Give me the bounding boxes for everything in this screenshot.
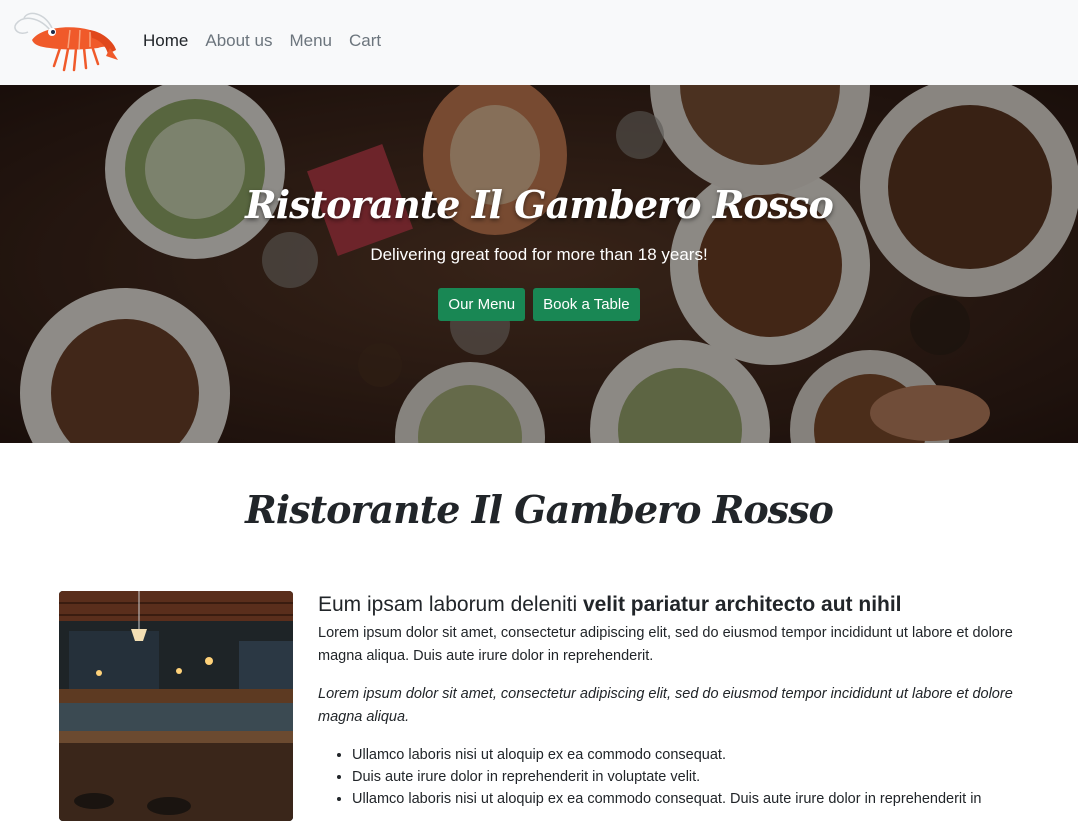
nav-links: Home About us Menu Cart (143, 31, 381, 51)
our-menu-button[interactable]: Our Menu (438, 288, 526, 321)
nav-link-about[interactable]: About us (205, 31, 272, 51)
list-item: Ullamco laboris nisi ut aloquip ex ea co… (352, 788, 1018, 810)
list-item: Ullamco laboris nisi ut aloquip ex ea co… (352, 744, 1018, 766)
hero-title: Ristorante Il Gambero Rosso (245, 182, 834, 227)
about-list: Ullamco laboris nisi ut aloquip ex ea co… (318, 744, 1018, 810)
restaurant-interior-image (59, 591, 293, 821)
about-content: Eum ipsam laborum deleniti velit pariatu… (318, 590, 1018, 810)
hero-subtitle: Delivering great food for more than 18 y… (370, 245, 708, 264)
book-table-button[interactable]: Book a Table (533, 288, 640, 321)
section-title: Ristorante Il Gambero Rosso (245, 487, 834, 532)
about-paragraph: Lorem ipsum dolor sit amet, consectetur … (318, 625, 1013, 664)
shrimp-logo-icon[interactable] (10, 10, 120, 74)
nav-link-menu[interactable]: Menu (289, 31, 332, 51)
about-heading: Eum ipsam laborum deleniti velit pariatu… (318, 590, 1018, 620)
navbar: Home About us Menu Cart (0, 0, 1078, 86)
hero-buttons: Our Menu Book a Table (0, 288, 1078, 321)
nav-link-home[interactable]: Home (143, 31, 188, 51)
about-heading-normal: Eum ipsam laborum deleniti (318, 593, 583, 616)
about-heading-bold: velit pariatur architecto aut nihil (582, 593, 902, 616)
nav-link-cart[interactable]: Cart (349, 31, 381, 51)
hero-banner: Ristorante Il Gambero Rosso Delivering g… (0, 85, 1078, 443)
about-italic-paragraph: Lorem ipsum dolor sit amet, consectetur … (318, 686, 1013, 725)
list-item: Duis aute irure dolor in reprehenderit i… (352, 766, 1018, 788)
